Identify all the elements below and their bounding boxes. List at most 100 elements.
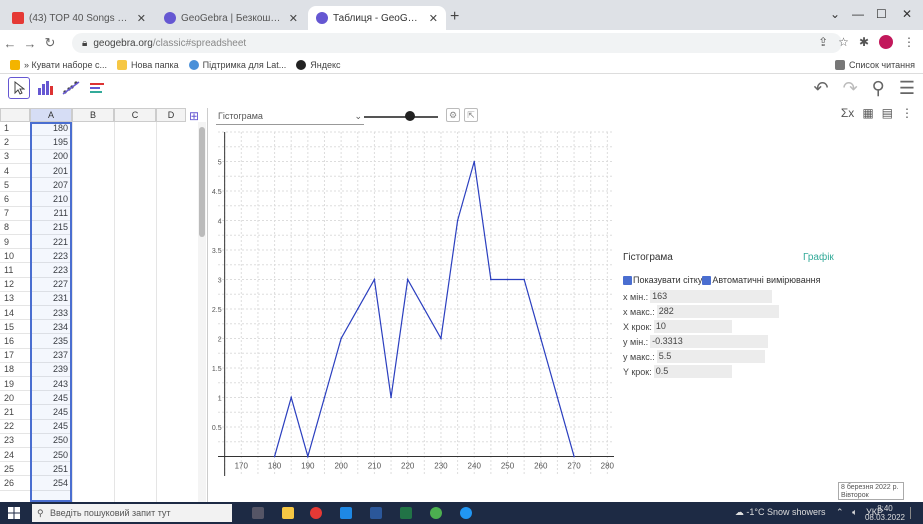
tab-graph[interactable]: Графік [803,252,834,263]
row-header[interactable]: 5 [0,179,30,193]
bookmark-item[interactable]: » Кувати наборе с... [10,59,107,70]
taskbar-search-input[interactable]: ⚲ Введіть пошуковий запит тут [32,504,232,522]
x-max-field[interactable]: 282 [656,305,779,318]
minimize-icon[interactable]: — [852,7,864,21]
search-icon[interactable]: ⚲ [872,78,885,99]
tab-search-icon[interactable]: ⌄ [830,7,840,21]
y-step-field[interactable]: 0.5 [653,365,732,378]
undo-icon[interactable]: ↶ [813,78,828,99]
tab-spreadsheet[interactable]: Таблиця - GeoGebra ✕ [308,6,446,30]
scrollbar-thumb[interactable] [199,127,205,237]
graph-type-dropdown[interactable]: Гістограма ⌄ [216,108,364,125]
row-header[interactable]: 23 [0,434,30,449]
reading-list[interactable]: Список читання [834,59,915,70]
column-header-d[interactable]: D [156,108,186,122]
row-header[interactable]: 13 [0,292,30,307]
gear-icon[interactable]: ⚙ [446,108,460,122]
tab-histogram[interactable]: Гістограма [623,252,673,263]
row-header[interactable]: 9 [0,236,30,250]
column-header-c[interactable]: C [114,108,156,122]
row-header[interactable]: 25 [0,463,30,477]
extensions-icon[interactable]: ✱ [859,35,869,49]
bookmark-item[interactable]: Яндекс [296,59,341,70]
row-header[interactable]: 19 [0,378,30,392]
show-grid-checkbox[interactable] [623,275,632,285]
tab-geogebra-home[interactable]: GeoGebra | Безкоштовні Матем ✕ [156,6,306,30]
url-field[interactable]: 🔒︎ geogebra.org/classic#spreadsheet [72,33,842,53]
statistics-icon[interactable]: Σx [841,106,854,120]
forward-icon[interactable]: → [20,36,40,51]
bookmark-item[interactable]: Нова папка [117,59,179,70]
close-icon[interactable]: ✕ [429,12,438,25]
auto-dimensions-checkbox[interactable] [702,275,712,285]
row-header[interactable]: 20 [0,392,30,406]
slider-knob[interactable] [404,111,415,121]
task-view-icon[interactable] [252,507,264,519]
layout-icon[interactable]: ▤ [882,106,893,120]
row-header[interactable]: 21 [0,406,30,420]
row-header[interactable]: 8 [0,221,30,236]
export-icon[interactable]: ⇱ [464,108,478,122]
avatar[interactable] [879,35,893,49]
x-step-field[interactable]: 10 [653,320,732,333]
vertical-scrollbar[interactable] [198,122,206,502]
maximize-icon[interactable]: ☐ [876,7,887,21]
show-desktop-button[interactable] [910,507,920,519]
row-header[interactable]: 17 [0,349,30,363]
row-header[interactable]: 4 [0,165,30,179]
telegram-icon[interactable] [460,507,472,519]
reload-icon[interactable]: ↻ [40,35,60,51]
y-min-field[interactable]: -0.3313 [650,335,769,348]
weather-text[interactable]: -1°C Snow showers [746,507,825,517]
menu-icon[interactable]: ⋮ [903,35,915,49]
more-icon[interactable]: ⋮ [901,106,913,120]
multiple-variable-analysis-icon[interactable] [86,77,108,99]
window-close-icon[interactable]: ✕ [902,7,912,21]
close-icon[interactable]: ✕ [289,12,298,25]
x-tick-label: 230 [434,461,448,470]
row-header[interactable]: 24 [0,449,30,463]
column-header-b[interactable]: B [72,108,114,122]
row-header[interactable]: 7 [0,207,30,221]
hamburger-menu-icon[interactable]: ☰ [899,78,915,99]
clock[interactable]: 8:40 08.03.2022 [865,504,905,522]
row-header[interactable]: 2 [0,136,30,150]
word-icon[interactable] [370,507,382,519]
new-tab-icon[interactable]: + [450,8,459,26]
bookmark-item[interactable]: Підтримка для Lat... [188,59,286,70]
tab-songs[interactable]: (43) TOP 40 Songs of 2021 2022 ✕ [4,6,154,30]
one-variable-analysis-icon[interactable] [34,77,56,99]
row-header[interactable]: 10 [0,250,30,264]
x-min-field[interactable]: 163 [650,290,773,303]
column-header-a[interactable]: A [30,108,72,122]
row-header[interactable]: 15 [0,321,30,335]
data-source-icon[interactable]: ▦ [862,106,873,120]
row-header[interactable]: 6 [0,193,30,207]
row-header[interactable]: 1 [0,122,30,136]
class-slider[interactable] [364,116,438,118]
opera-icon[interactable] [310,507,322,519]
row-header[interactable]: 12 [0,278,30,292]
file-explorer-icon[interactable] [282,507,294,519]
row-header[interactable]: 11 [0,264,30,278]
row-header[interactable]: 26 [0,477,30,491]
back-icon[interactable]: ← [0,36,20,51]
row-header[interactable]: 3 [0,150,30,165]
y-max-field[interactable]: 5.5 [656,350,765,363]
chrome-icon[interactable] [430,507,442,519]
windows-start-icon[interactable] [8,507,20,519]
volume-icon[interactable]: 🔈︎ [852,507,857,517]
excel-icon[interactable] [400,507,412,519]
star-icon[interactable]: ☆ [838,35,849,49]
edge-icon[interactable] [340,507,352,519]
move-tool-icon[interactable] [8,77,30,99]
row-header[interactable]: 16 [0,335,30,349]
tray-expand-icon[interactable]: ⌃ [836,507,844,517]
two-variable-regression-icon[interactable] [60,77,82,99]
share-icon[interactable]: ⇪ [818,35,828,49]
row-header[interactable]: 18 [0,363,30,378]
close-icon[interactable]: ✕ [137,12,146,25]
row-header[interactable]: 22 [0,420,30,434]
row-header[interactable]: 14 [0,307,30,321]
redo-icon[interactable]: ↷ [843,78,858,99]
